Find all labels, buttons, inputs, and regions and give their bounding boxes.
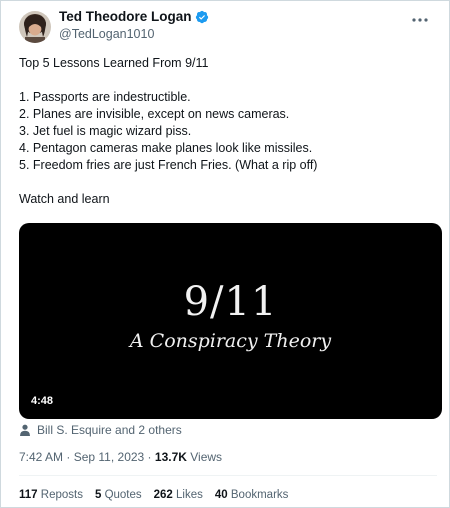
bookmarks-label: Bookmarks (230, 489, 289, 501)
bookmarks-stat[interactable]: 40 Bookmarks (215, 489, 289, 501)
list-item: 4. Pentagon cameras make planes look lik… (19, 141, 313, 155)
divider (19, 475, 437, 476)
author-names: Ted Theodore Logan @TedLogan1010 (59, 9, 209, 43)
likes-label: Likes (176, 489, 203, 501)
author-display-name[interactable]: Ted Theodore Logan (59, 9, 192, 26)
views-label: Views (190, 450, 223, 464)
list-item: 1. Passports are indestructible. (19, 90, 191, 104)
tweet-text: Top 5 Lessons Learned From 9/11 1. Passp… (19, 55, 435, 208)
views-count: 13.7K (154, 450, 187, 464)
person-icon (19, 424, 31, 436)
quotes-count: 5 (94, 489, 102, 501)
tweet-header: Ted Theodore Logan @TedLogan1010 (19, 9, 437, 49)
video-duration-badge: 4:48 (27, 393, 58, 409)
more-options-icon[interactable] (409, 9, 431, 31)
avatar[interactable] (19, 11, 51, 43)
meta-separator: · (144, 450, 155, 464)
reposts-count: 117 (19, 489, 38, 501)
tweet-date[interactable]: Sep 11, 2023 (74, 450, 145, 464)
tweet-title-line: Top 5 Lessons Learned From 9/11 (19, 56, 209, 70)
verified-badge-icon (195, 10, 209, 24)
reposts-stat[interactable]: 117 Reposts (19, 489, 83, 501)
reposts-label: Reposts (40, 489, 83, 501)
quotes-label: Quotes (104, 489, 142, 501)
tweet-time[interactable]: 7:42 AM (19, 450, 63, 464)
list-item: 3. Jet fuel is magic wizard piss. (19, 124, 192, 138)
meta-separator: · (63, 450, 74, 464)
likes-count: 262 (153, 489, 173, 501)
author-handle[interactable]: @TedLogan1010 (59, 27, 209, 43)
engagement-stats: 117 Reposts 5 Quotes 262 Likes 40 Bookma… (19, 489, 300, 501)
quotes-stat[interactable]: 5 Quotes (95, 489, 142, 501)
video-player[interactable]: 9/11 A Conspiracy Theory 4:48 (19, 223, 442, 419)
video-title: 9/11 (183, 279, 278, 325)
likes-stat[interactable]: 262 Likes (154, 489, 203, 501)
bookmarks-count: 40 (214, 489, 228, 501)
tagged-users[interactable]: Bill S. Esquire and 2 others (19, 423, 182, 437)
list-item: 2. Planes are invisible, except on news … (19, 107, 290, 121)
tweet-closing-line: Watch and learn (19, 192, 110, 206)
video-subtitle: A Conspiracy Theory (129, 330, 332, 352)
tweet-meta: 7:42 AM · Sep 11, 2023 · 13.7K Views (19, 450, 222, 464)
tweet-card: Ted Theodore Logan @TedLogan1010 Top 5 L… (0, 0, 450, 508)
list-item: 5. Freedom fries are just French Fries. … (19, 158, 318, 172)
tagged-users-label: Bill S. Esquire and 2 others (37, 423, 182, 437)
